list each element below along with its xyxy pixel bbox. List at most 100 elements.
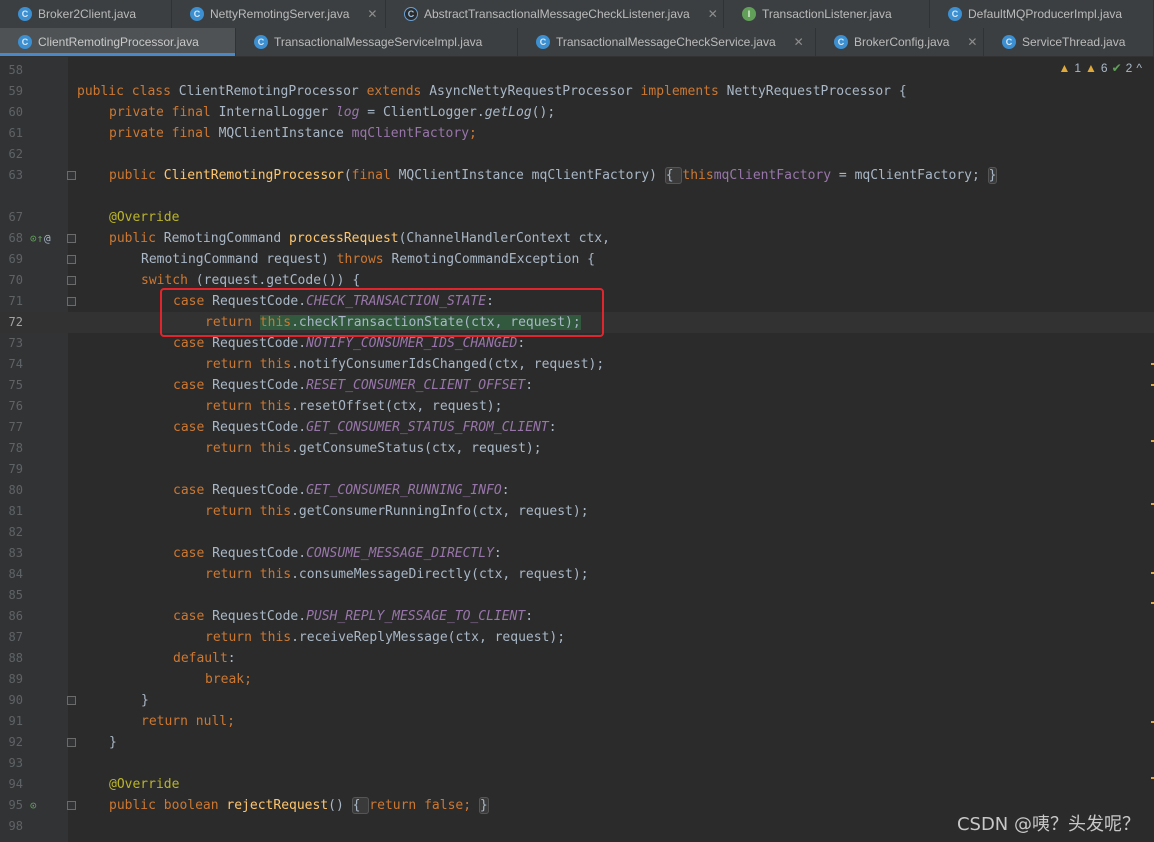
tab-brokerconfig[interactable]: C BrokerConfig.java ✕ <box>816 28 984 56</box>
tab-clientremotingprocessor[interactable]: C ClientRemotingProcessor.java <box>0 28 236 56</box>
override-method-icon[interactable]: ⊙ <box>30 795 37 816</box>
line-number: 82 <box>8 525 23 539</box>
tab-transactionalmessageserviceimpl[interactable]: C TransactionalMessageServiceImpl.java <box>236 28 518 56</box>
override-method-icon[interactable]: ⊙↑ <box>30 228 43 249</box>
line-number: 94 <box>8 777 23 791</box>
code-line: 59 public class ClientRemotingProcessor … <box>0 81 1154 102</box>
weak-warning-icon: ▲ <box>1085 61 1097 75</box>
folded-block[interactable]: { <box>351 797 370 814</box>
code-line: 77 case RequestCode.GET_CONSUMER_STATUS_… <box>0 417 1154 438</box>
class-icon: C <box>1002 35 1016 49</box>
warning-icon: ▲ <box>1058 61 1071 75</box>
tab-label: AbstractTransactionalMessageCheckListene… <box>424 7 690 21</box>
chevron-up-icon[interactable]: ^ <box>1136 61 1142 75</box>
class-icon: C <box>536 35 550 49</box>
watermark: CSDN @咦？头发呢？ <box>956 814 1140 835</box>
fold-marker[interactable] <box>67 234 76 243</box>
code-line: 84 return this.consumeMessageDirectly(ct… <box>0 564 1154 585</box>
code-text: return null; <box>141 714 235 729</box>
line-number: 58 <box>8 63 23 77</box>
line-number: 89 <box>8 672 23 686</box>
code-text: default: <box>173 651 236 666</box>
class-icon: C <box>834 35 848 49</box>
line-number: 62 <box>8 147 23 161</box>
line-number: 67 <box>8 210 23 224</box>
code-line: 88 default: <box>0 648 1154 669</box>
tab-label: Broker2Client.java <box>38 7 137 21</box>
line-number: 72 <box>8 315 23 329</box>
annotation-at-icon: @ <box>44 232 51 245</box>
code-text: } <box>141 693 149 708</box>
fold-marker[interactable] <box>67 801 76 810</box>
line-number: 59 <box>8 84 23 98</box>
code-line: 61 private final MQClientInstance mqClie… <box>0 123 1154 144</box>
folded-block[interactable]: } <box>478 797 489 814</box>
code-line: 86 case RequestCode.PUSH_REPLY_MESSAGE_T… <box>0 606 1154 627</box>
code-line: 76 return this.resetOffset(ctx, request)… <box>0 396 1154 417</box>
code-line: 60 private final InternalLogger log = Cl… <box>0 102 1154 123</box>
line-number: 83 <box>8 546 23 560</box>
tab-transactionlistener[interactable]: I TransactionListener.java <box>724 0 930 28</box>
tab-label: ServiceThread.java <box>1022 35 1126 49</box>
tab-abstracttransactionalmessagechecklistener[interactable]: C AbstractTransactionalMessageCheckListen… <box>386 0 724 28</box>
inspection-widget[interactable]: ▲ 1 ▲ 6 ✔ 2 ^ <box>1058 61 1142 75</box>
line-number: 75 <box>8 378 23 392</box>
line-number: 88 <box>8 651 23 665</box>
folded-block[interactable]: } <box>987 167 998 184</box>
line-number: 63 <box>8 168 23 182</box>
code-line: 63 public ClientRemotingProcessor(final … <box>0 165 1154 186</box>
code-text: @Override <box>109 210 180 225</box>
tab-nettyremotingserver[interactable]: C NettyRemotingServer.java ✕ <box>172 0 386 28</box>
tab-servicethread[interactable]: C ServiceThread.java <box>984 28 1154 56</box>
close-icon[interactable]: ✕ <box>367 7 377 21</box>
code-line: 58 <box>0 60 1154 81</box>
fold-marker[interactable] <box>67 255 76 264</box>
line-number: 80 <box>8 483 23 497</box>
code-text: return this.getConsumeStatus(ctx, reques… <box>205 441 542 456</box>
warning-count: 1 <box>1074 61 1082 75</box>
code-line: 68 ⊙↑ @ public RemotingCommand processRequ… <box>0 228 1154 249</box>
code-text: return this.resetOffset(ctx, request); <box>205 399 503 414</box>
tab-transactionalmessagecheckservice[interactable]: C TransactionalMessageCheckService.java ✕ <box>518 28 816 56</box>
line-number: 84 <box>8 567 23 581</box>
fold-marker[interactable] <box>67 276 76 285</box>
weak-warning-count: 6 <box>1100 61 1108 75</box>
code-text: public RemotingCommand processRequest(Ch… <box>109 231 610 246</box>
code-text: public boolean rejectRequest() { return … <box>109 797 489 814</box>
line-number: 86 <box>8 609 23 623</box>
code-text: return this.getConsumerRunningInfo(ctx, … <box>205 504 589 519</box>
line-number: 92 <box>8 735 23 749</box>
close-icon[interactable]: ✕ <box>708 7 718 21</box>
line-number: 78 <box>8 441 23 455</box>
line-number: 71 <box>8 294 23 308</box>
code-line: 83 case RequestCode.CONSUME_MESSAGE_DIRE… <box>0 543 1154 564</box>
line-number: 73 <box>8 336 23 350</box>
abstract-class-icon: C <box>404 7 418 21</box>
code-editor[interactable]: 58 59 public class ClientRemotingProcess… <box>0 57 1154 842</box>
tab-broker2client[interactable]: C Broker2Client.java <box>0 0 172 28</box>
line-number: 76 <box>8 399 23 413</box>
code-line: 91 return null; <box>0 711 1154 732</box>
line-number: 85 <box>8 588 23 602</box>
line-number: 68 <box>8 231 23 245</box>
fold-marker[interactable] <box>67 297 76 306</box>
fold-marker[interactable] <box>67 171 76 180</box>
line-number: 74 <box>8 357 23 371</box>
fold-marker[interactable] <box>67 696 76 705</box>
close-icon[interactable]: ✕ <box>794 35 804 49</box>
code-text: @Override <box>109 777 180 792</box>
error-stripe[interactable] <box>1150 57 1154 842</box>
tab-label: NettyRemotingServer.java <box>210 7 350 21</box>
code-text: case RequestCode.GET_CONSUMER_STATUS_FRO… <box>173 420 557 435</box>
tab-label: TransactionalMessageCheckService.java <box>556 35 776 49</box>
code-text: RemotingCommand request) throws Remoting… <box>141 252 595 267</box>
folded-block[interactable]: { <box>664 167 683 184</box>
tab-defaultmqproducerimpl[interactable]: C DefaultMQProducerImpl.java <box>930 0 1154 28</box>
code-line: 89 break; <box>0 669 1154 690</box>
code-text: private final InternalLogger log = Clien… <box>109 105 556 120</box>
fold-marker[interactable] <box>67 738 76 747</box>
tab-label: ClientRemotingProcessor.java <box>38 35 199 49</box>
code-line: 85 <box>0 585 1154 606</box>
close-icon[interactable]: ✕ <box>967 35 977 49</box>
line-number: 98 <box>8 819 23 833</box>
